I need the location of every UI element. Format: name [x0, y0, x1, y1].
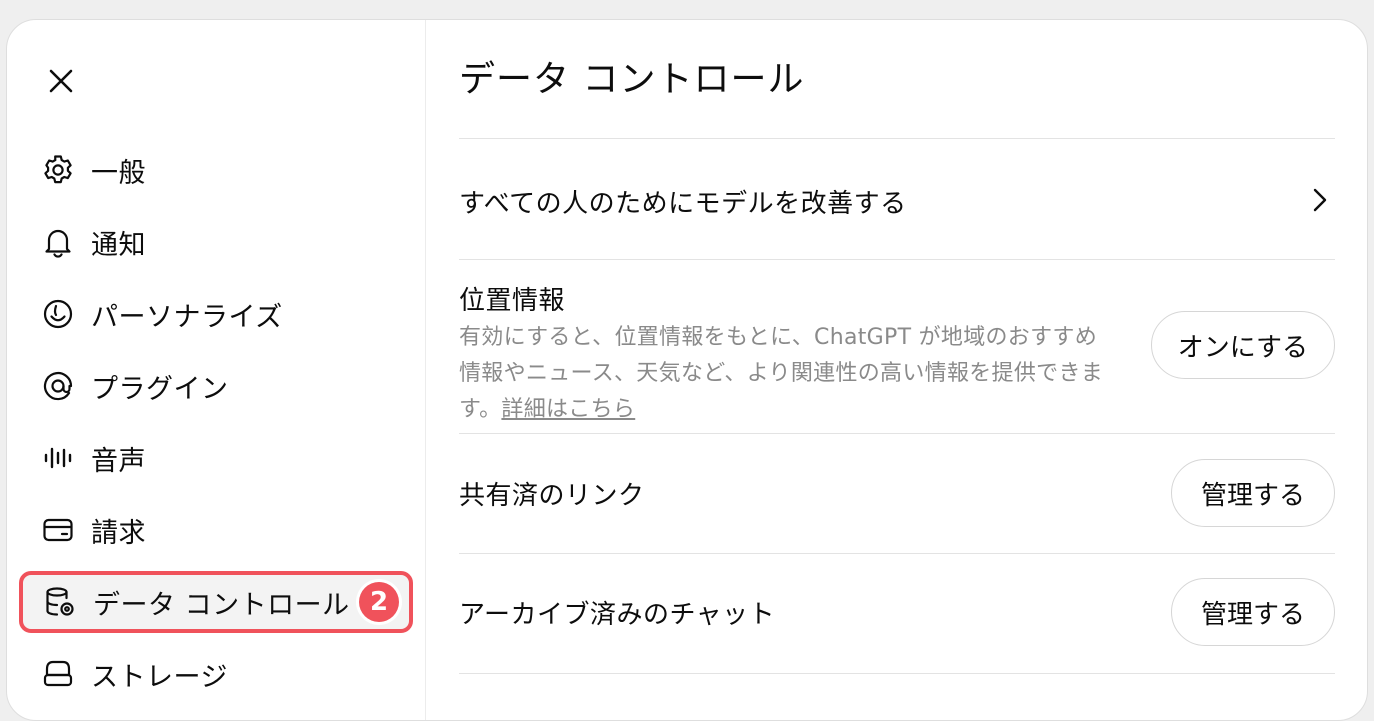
- sidebar-item-general[interactable]: 一般: [19, 141, 413, 199]
- enable-location-button[interactable]: オンにする: [1150, 311, 1335, 379]
- settings-dialog: 一般 通知 パーソナライズ プラグイン 音声 請求 データ コントロール 2 ス…: [6, 19, 1368, 721]
- chevron-right-icon[interactable]: [1309, 186, 1331, 214]
- sidebar-item-personalize[interactable]: パーソナライズ: [19, 285, 413, 343]
- learn-more-link[interactable]: 詳細はこちら: [501, 397, 635, 422]
- plugin-icon: [41, 369, 75, 403]
- location-label: 位置情報: [459, 286, 566, 316]
- divider: [459, 259, 1335, 260]
- manage-archived-chats-button[interactable]: 管理する: [1171, 578, 1335, 646]
- sidebar-item-billing[interactable]: 請求: [19, 501, 413, 559]
- divider: [459, 433, 1335, 434]
- storage-icon: [41, 657, 75, 691]
- shared-links-label: 共有済のリンク: [459, 481, 645, 511]
- waveform-icon: [41, 441, 75, 475]
- sidebar-item-label: パーソナライズ: [91, 301, 283, 333]
- divider: [459, 138, 1335, 139]
- sidebar-item-plugins[interactable]: プラグイン: [19, 357, 413, 415]
- bell-icon: [41, 225, 75, 259]
- sidebar-item-label: 一般: [91, 157, 146, 189]
- archived-chats-label: アーカイブ済みのチャット: [459, 600, 776, 630]
- settings-sidebar: 一般 通知 パーソナライズ プラグイン 音声 請求 データ コントロール 2 ス…: [7, 20, 426, 720]
- sidebar-item-label: 音声: [91, 445, 146, 477]
- gear-icon: [41, 153, 75, 187]
- manage-shared-links-button[interactable]: 管理する: [1171, 459, 1335, 527]
- settings-nav: 一般 通知 パーソナライズ プラグイン 音声 請求 データ コントロール 2 ス…: [19, 141, 413, 717]
- step-badge: 2: [359, 582, 399, 622]
- sidebar-item-label: 通知: [91, 229, 146, 261]
- divider: [459, 553, 1335, 554]
- credit-card-icon: [41, 513, 75, 547]
- sidebar-item-voice[interactable]: 音声: [19, 429, 413, 487]
- location-description: 有効にすると、位置情報をもとに、ChatGPT が地域のおすすめ情報やニュース、…: [459, 320, 1109, 428]
- close-icon: [49, 69, 73, 93]
- sidebar-item-label: 請求: [91, 517, 146, 549]
- close-button[interactable]: [43, 63, 79, 99]
- database-gear-icon: [43, 585, 77, 619]
- sidebar-item-label: ストレージ: [91, 661, 228, 693]
- sidebar-item-storage[interactable]: ストレージ: [19, 645, 413, 703]
- sidebar-item-label: データ コントロール: [93, 589, 350, 621]
- sidebar-item-data-controls[interactable]: データ コントロール 2: [19, 571, 413, 633]
- sidebar-item-label: プラグイン: [91, 373, 229, 405]
- divider: [459, 673, 1335, 674]
- personalize-icon: [41, 297, 75, 331]
- improve-model-label: すべての人のためにモデルを改善する: [459, 189, 907, 219]
- sidebar-item-notifications[interactable]: 通知: [19, 213, 413, 271]
- page-title: データ コントロール: [459, 59, 805, 100]
